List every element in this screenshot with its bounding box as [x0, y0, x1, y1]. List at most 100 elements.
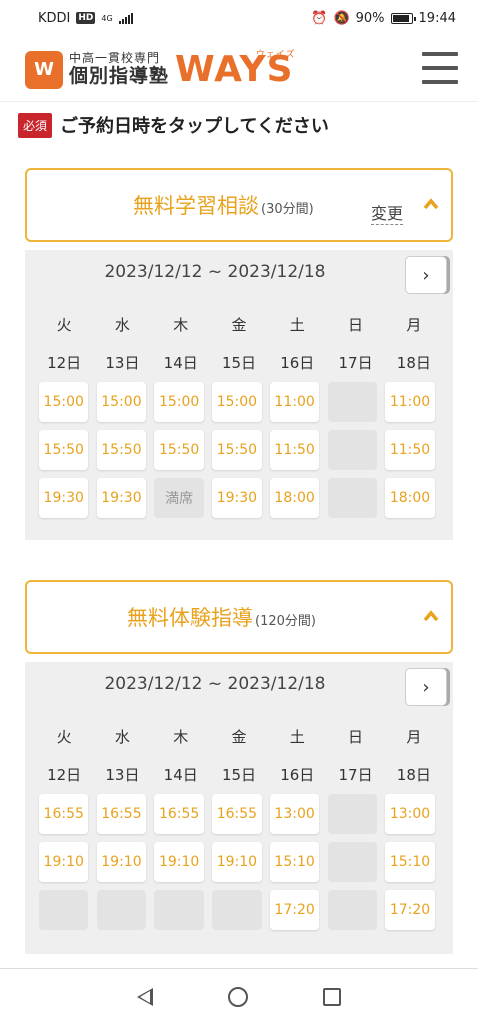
empty-slot: [327, 478, 378, 518]
time-slot-button[interactable]: 19:10: [154, 842, 204, 882]
section-header-consultation[interactable]: 無料学習相談 (30分間) 変更: [25, 168, 453, 242]
slot-row: 19:10 19:10 19:10 19:10 15:10 15:10: [39, 842, 443, 890]
time-slot-button[interactable]: 13:00: [385, 794, 435, 834]
status-bar: KDDI HD 4G ⏰ 🔕 90% 19:44: [0, 0, 478, 36]
time-slot-button[interactable]: 19:10: [96, 842, 147, 882]
status-right: ⏰ 🔕 90% 19:44: [311, 11, 456, 26]
reservation-prompt: 必須 ご予約日時をタップしてください: [18, 112, 329, 138]
day-label: 18日: [396, 354, 431, 372]
time-slot-button[interactable]: 16:55: [154, 794, 204, 834]
time-slot-button[interactable]: 16:55: [212, 794, 262, 834]
alarm-icon: ⏰: [311, 10, 328, 26]
day-label: 14日: [163, 354, 198, 372]
day-row: 12日 13日 14日 15日 16日 17日 18日: [35, 352, 443, 373]
chevron-right-icon: ›: [422, 676, 430, 698]
slot-row: 16:55 16:55 16:55 16:55 13:00 13:00: [39, 794, 443, 842]
time-slot-button[interactable]: 13:00: [269, 794, 320, 834]
day-label: 12日: [47, 354, 82, 372]
time-slot-button[interactable]: 19:30: [96, 478, 147, 518]
system-nav-bar: [0, 968, 478, 1024]
section-header-trial[interactable]: 無料体験指導 (120分間): [25, 580, 453, 654]
weekday-label: 木: [173, 316, 189, 334]
time-slot-button[interactable]: 17:20: [269, 890, 320, 930]
time-slot-button[interactable]: 15:00: [96, 382, 147, 422]
time-slot-button[interactable]: 15:50: [39, 430, 89, 470]
chevron-up-icon[interactable]: [423, 610, 439, 622]
time-slot-button[interactable]: 11:00: [385, 382, 435, 422]
time-slot-button[interactable]: 19:30: [39, 478, 89, 518]
time-slot-button[interactable]: 15:00: [39, 382, 89, 422]
weekday-label: 水: [114, 728, 130, 746]
battery-percent: 90%: [355, 10, 385, 26]
network-label: 4G: [101, 13, 113, 23]
logo-mark-icon: W: [25, 50, 63, 89]
slot-row: 15:00 15:00 15:00 15:00 11:00 11:00: [39, 382, 443, 430]
next-week-button[interactable]: ›: [405, 668, 447, 706]
empty-slot: [327, 794, 378, 834]
slot-grid: 16:55 16:55 16:55 16:55 13:00 13:00 19:10 19:10…: [39, 794, 443, 938]
empty-slot: [327, 890, 378, 930]
time-slot-button[interactable]: 16:55: [39, 794, 89, 834]
empty-slot: [154, 890, 204, 930]
time-slot-button[interactable]: 15:50: [154, 430, 204, 470]
weekday-label: 木: [173, 728, 189, 746]
brand-kana: ウェイズ: [255, 50, 296, 60]
hd-badge: HD: [76, 12, 96, 24]
nav-recent-apps-icon[interactable]: [322, 987, 341, 1006]
time-slot-button[interactable]: 19:10: [212, 842, 262, 882]
time-slot-button[interactable]: 16:55: [96, 794, 147, 834]
mute-icon: 🔕: [333, 10, 350, 26]
day-label: 16日: [280, 354, 315, 372]
section-duration: (120分間): [255, 614, 316, 629]
time-slot-button[interactable]: 15:10: [269, 842, 320, 882]
logo-text: 中高一貫校専門 個別指導塾: [69, 52, 169, 86]
time-slot-button[interactable]: 15:50: [212, 430, 262, 470]
time-slot-button[interactable]: 18:00: [269, 478, 320, 518]
weekday-row: 火水木金土日月: [35, 314, 443, 335]
day-label: 13日: [105, 766, 140, 784]
time-slot-button[interactable]: 11:50: [385, 430, 435, 470]
time-slot-button[interactable]: 18:00: [385, 478, 435, 518]
site-logo[interactable]: W 中高一貫校専門 個別指導塾 WAYS ウェイズ: [25, 49, 296, 90]
weekday-row: 火水木金土日月: [35, 726, 443, 747]
next-week-button[interactable]: ›: [405, 256, 447, 294]
section-title: 無料学習相談 (30分間): [133, 190, 314, 220]
section-title-text: 無料体験指導: [127, 606, 253, 630]
time-slot-button[interactable]: 15:00: [154, 382, 204, 422]
nav-back-icon[interactable]: [137, 987, 154, 1006]
time-slot-button[interactable]: 15:10: [385, 842, 435, 882]
day-label: 14日: [163, 766, 198, 784]
signal-icon: [118, 12, 133, 24]
full-slot: 満席: [154, 478, 204, 518]
time-slot-button[interactable]: 19:10: [39, 842, 89, 882]
day-label: 17日: [338, 354, 373, 372]
prompt-text: ご予約日時をタップしてください: [60, 116, 329, 137]
time-slot-button[interactable]: 19:30: [212, 478, 262, 518]
empty-slot: [96, 890, 147, 930]
slot-grid: 15:00 15:00 15:00 15:00 11:00 11:00 15:50 15:50…: [39, 382, 443, 526]
logo-brand: WAYS ウェイズ: [175, 49, 296, 90]
weekday-label: 日: [348, 316, 364, 334]
nav-home-icon[interactable]: [227, 986, 248, 1007]
change-link[interactable]: 変更: [371, 200, 404, 225]
time-slot-button[interactable]: 15:00: [212, 382, 262, 422]
empty-slot: [327, 430, 378, 470]
section-duration: (30分間): [261, 202, 314, 217]
slot-row: 17:20 17:20: [39, 890, 443, 938]
time-slot-button[interactable]: 15:50: [96, 430, 147, 470]
weekday-label: 金: [231, 316, 247, 334]
slot-row: 19:30 19:30 満席 19:30 18:00 18:00: [39, 478, 443, 526]
slot-row: 15:50 15:50 15:50 15:50 11:50 11:50: [39, 430, 443, 478]
time-slot-button[interactable]: 17:20: [385, 890, 435, 930]
day-label: 17日: [338, 766, 373, 784]
hamburger-menu-icon[interactable]: [422, 52, 458, 84]
time-slot-button[interactable]: 11:00: [269, 382, 320, 422]
empty-slot: [212, 890, 262, 930]
section-title: 無料体験指導 (120分間): [127, 602, 316, 632]
chevron-up-icon[interactable]: [423, 198, 439, 210]
day-row: 12日 13日 14日 15日 16日 17日 18日: [35, 764, 443, 785]
time-slot-button[interactable]: 11:50: [269, 430, 320, 470]
site-header: W 中高一貫校専門 個別指導塾 WAYS ウェイズ: [0, 40, 478, 102]
logo-subtitle: 中高一貫校専門: [69, 51, 161, 66]
calendar-trial: 2023/12/12 ~ 2023/12/18 › 火 水 木 金 土 日 月 12日 13日…: [25, 662, 453, 954]
